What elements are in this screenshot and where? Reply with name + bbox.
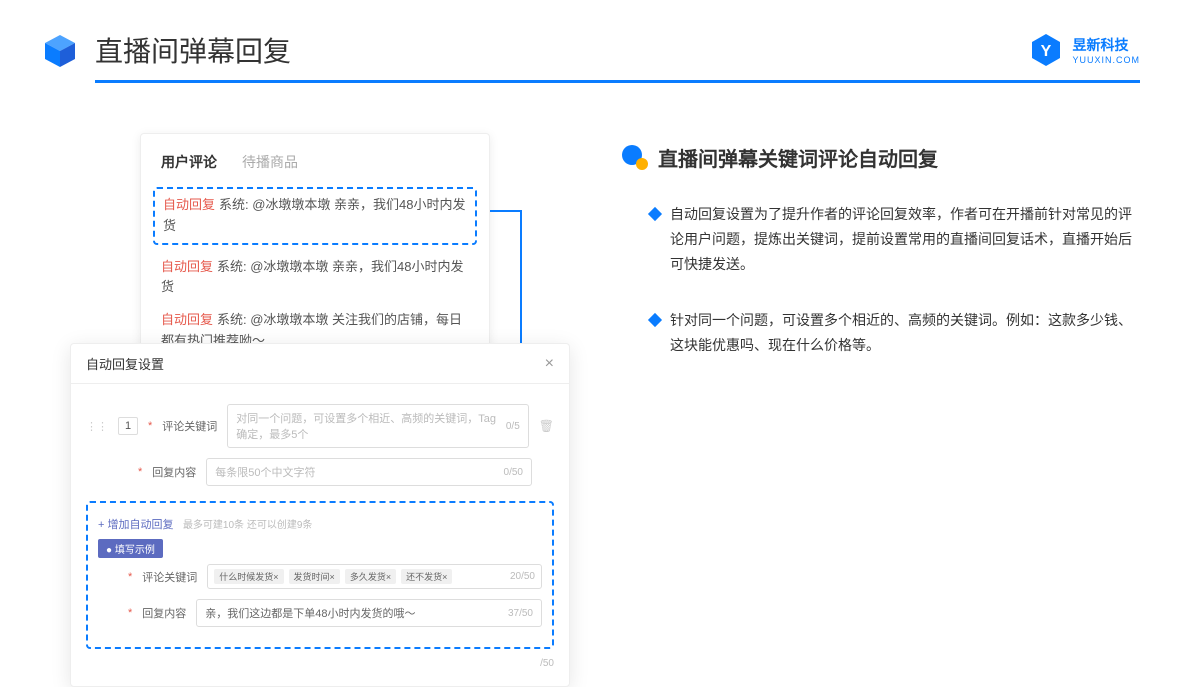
auto-reply-tag: 自动回复 <box>161 312 213 327</box>
ex-label-keyword: 评论关键词 <box>142 569 197 585</box>
label-keyword: 评论关键词 <box>162 418 217 434</box>
left-column: 用户评论 待播商品 自动回复系统: @冰墩墩本墩 亲亲，我们48小时内发货 自动… <box>70 133 570 613</box>
cube-icon <box>40 30 80 70</box>
keyword-input[interactable]: 对同一个问题，可设置多个相近、高频的关键词，Tag确定，最多5个 0/5 <box>227 404 528 448</box>
ex-label-content: 回复内容 <box>142 605 186 621</box>
tabs: 用户评论 待播商品 <box>161 152 469 172</box>
keyword-placeholder: 对同一个问题，可设置多个相近、高频的关键词，Tag确定，最多5个 <box>236 410 506 442</box>
tag[interactable]: 多久发货× <box>345 569 396 584</box>
row-number: 1 <box>118 417 138 435</box>
right-column: 直播间弹幕关键词评论自动回复 自动回复设置为了提升作者的评论回复效率，作者可在开… <box>620 133 1140 613</box>
page-title: 直播间弹幕回复 <box>95 30 291 70</box>
section-header: 直播间弹幕关键词评论自动回复 <box>620 143 1140 172</box>
content-area: 用户评论 待播商品 自动回复系统: @冰墩墩本墩 亲亲，我们48小时内发货 自动… <box>0 83 1180 613</box>
form-row-keyword: ⋮⋮ 1 * 评论关键词 对同一个问题，可设置多个相近、高频的关键词，Tag确定… <box>86 404 554 448</box>
form-row-content: * 回复内容 每条限50个中文字符 0/50 <box>86 458 554 486</box>
close-icon[interactable]: × <box>545 355 554 373</box>
comment-row: 自动回复系统: @冰墩墩本墩 亲亲，我们48小时内发货 <box>161 257 469 299</box>
tab-pending-goods[interactable]: 待播商品 <box>242 152 298 172</box>
connector-line <box>490 210 520 212</box>
add-reply-row: + 增加自动回复 最多可建10条 还可以创建9条 <box>98 515 542 533</box>
add-reply-hint: 最多可建10条 还可以创建9条 <box>183 520 312 531</box>
tag[interactable]: 发货时间× <box>289 569 340 584</box>
ex-content-text: 亲，我们这边都是下单48小时内发货的哦～ <box>205 605 415 621</box>
ex-content-input[interactable]: 亲，我们这边都是下单48小时内发货的哦～ 37/50 <box>196 599 542 627</box>
content-input[interactable]: 每条限50个中文字符 0/50 <box>206 458 532 486</box>
svg-text:Y: Y <box>1041 43 1052 60</box>
modal-body: ⋮⋮ 1 * 评论关键词 对同一个问题，可设置多个相近、高频的关键词，Tag确定… <box>71 384 569 686</box>
auto-reply-tag: 自动回复 <box>161 259 213 274</box>
required-star: * <box>128 571 132 583</box>
bullet-item: 自动回复设置为了提升作者的评论回复效率，作者可在开播前针对常见的评论用户问题，提… <box>620 202 1140 278</box>
brand-text: 昱新科技 YUUXIN.COM <box>1072 35 1140 65</box>
content-counter: 0/50 <box>504 467 523 478</box>
required-star: * <box>128 607 132 619</box>
section-title: 直播间弹幕关键词评论自动回复 <box>658 143 938 172</box>
chat-bubble-icon <box>620 144 648 172</box>
brand-logo: Y 昱新科技 YUUXIN.COM <box>1028 32 1140 68</box>
trash-icon[interactable]: 🗑 <box>539 419 554 433</box>
brand-name-cn: 昱新科技 <box>1072 35 1140 55</box>
required-star: * <box>138 466 142 478</box>
brand-logo-icon: Y <box>1028 32 1064 68</box>
auto-reply-tag: 自动回复 <box>163 197 215 212</box>
example-badge: ● 填写示例 <box>98 539 163 558</box>
required-star: * <box>148 420 152 432</box>
page-header: 直播间弹幕回复 Y 昱新科技 YUUXIN.COM <box>0 0 1180 80</box>
modal-title: 自动回复设置 <box>86 354 164 373</box>
content-placeholder: 每条限50个中文字符 <box>215 464 315 480</box>
example-row-content: * 回复内容 亲，我们这边都是下单48小时内发货的哦～ 37/50 <box>98 599 542 627</box>
header-left: 直播间弹幕回复 <box>40 30 291 70</box>
modal-header: 自动回复设置 × <box>71 344 569 384</box>
example-box: + 增加自动回复 最多可建10条 还可以创建9条 ● 填写示例 * 评论关键词 … <box>86 501 554 649</box>
tag[interactable]: 还不发货× <box>401 569 452 584</box>
comment-row: 自动回复系统: @冰墩墩本墩 亲亲，我们48小时内发货 <box>153 187 477 245</box>
tab-user-comments[interactable]: 用户评论 <box>161 152 217 172</box>
example-row-keyword: * 评论关键词 什么时候发货× 发货时间× 多久发货× 还不发货× 20/50 <box>98 564 542 589</box>
settings-modal: 自动回复设置 × ⋮⋮ 1 * 评论关键词 对同一个问题，可设置多个相近、高频的… <box>70 343 570 687</box>
tag[interactable]: 什么时候发货× <box>214 569 283 584</box>
label-content: 回复内容 <box>152 464 196 480</box>
brand-name-en: YUUXIN.COM <box>1072 55 1140 65</box>
bullet-text: 针对同一个问题，可设置多个相近的、高频的关键词。例如：这款多少钱、这块能优惠吗、… <box>670 308 1140 358</box>
diamond-icon <box>648 312 662 326</box>
ex-content-counter: 37/50 <box>508 608 533 619</box>
ex-keyword-input[interactable]: 什么时候发货× 发货时间× 多久发货× 还不发货× 20/50 <box>207 564 542 589</box>
ex-keyword-counter: 20/50 <box>510 571 535 582</box>
keyword-counter: 0/5 <box>506 421 520 432</box>
add-reply-link[interactable]: + 增加自动回复 <box>98 519 173 531</box>
diamond-icon <box>648 207 662 221</box>
bullet-text: 自动回复设置为了提升作者的评论回复效率，作者可在开播前针对常见的评论用户问题，提… <box>670 202 1140 278</box>
bullet-item: 针对同一个问题，可设置多个相近的、高频的关键词。例如：这款多少钱、这块能优惠吗、… <box>620 308 1140 358</box>
